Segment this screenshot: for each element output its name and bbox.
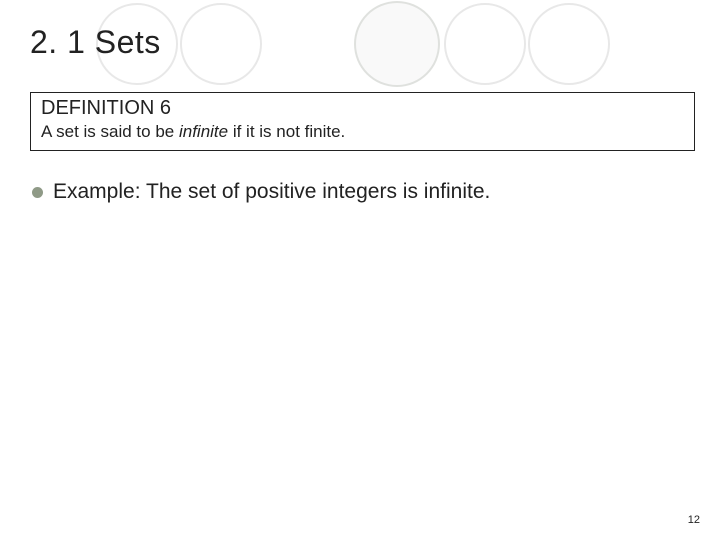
bullet-icon [32, 187, 43, 198]
page-number: 12 [688, 514, 700, 526]
example-text: Example: The set of positive integers is… [53, 180, 490, 204]
definition-post: if it is not finite. [228, 122, 345, 141]
circle-decoration [180, 3, 262, 85]
definition-pre: A set is said to be [41, 122, 179, 141]
slide-title: 2. 1 Sets [30, 24, 161, 61]
example-item: Example: The set of positive integers is… [32, 180, 490, 204]
definition-label: DEFINITION 6 [41, 97, 684, 120]
definition-keyword: infinite [179, 122, 228, 141]
circle-decoration [528, 3, 610, 85]
circle-decoration [444, 3, 526, 85]
definition-box: DEFINITION 6 A set is said to be infinit… [30, 92, 695, 151]
circle-decoration [354, 1, 440, 87]
definition-text: A set is said to be infinite if it is no… [41, 122, 684, 142]
